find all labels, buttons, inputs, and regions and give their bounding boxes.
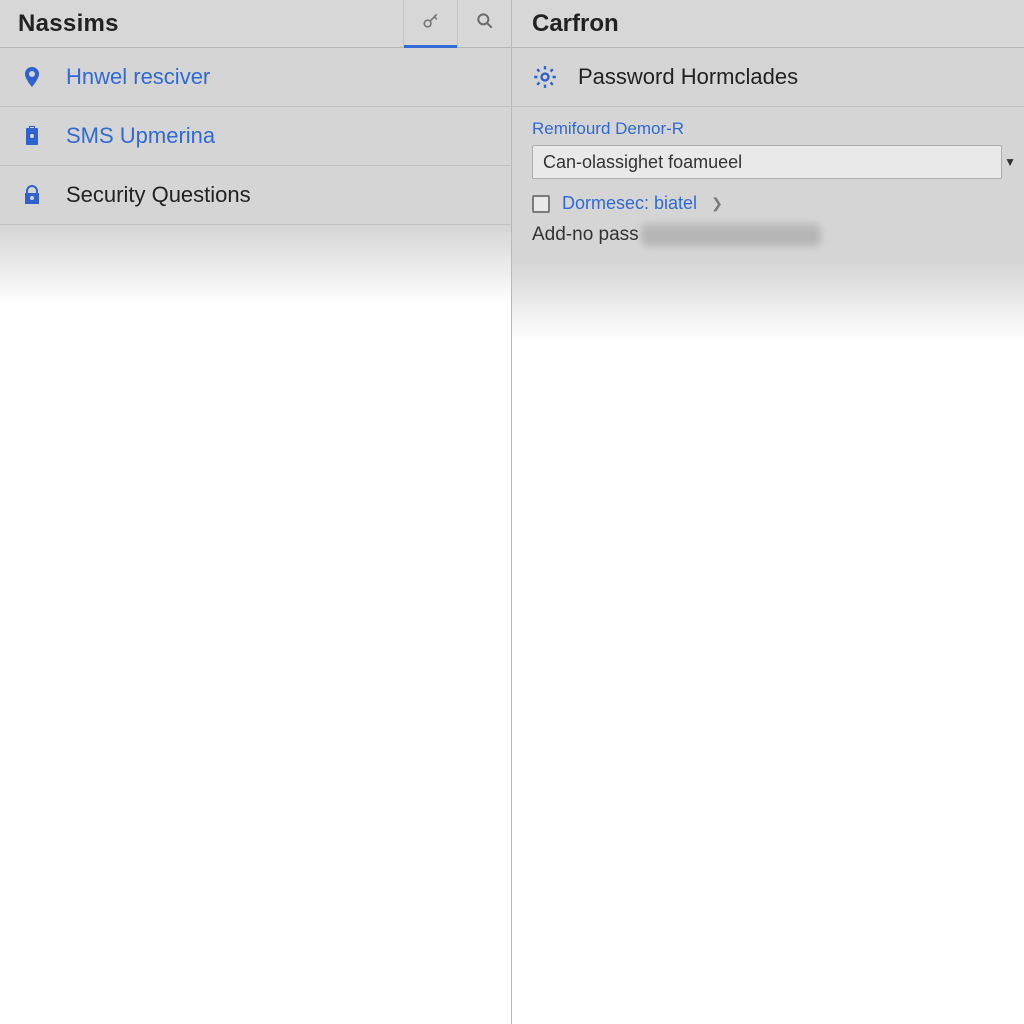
lock-icon: [20, 183, 44, 207]
gear-icon: [532, 64, 558, 90]
left-fade: [0, 225, 511, 305]
section-header: Password Hormclades: [512, 48, 1024, 107]
search-tab-button[interactable]: [457, 0, 511, 47]
key-tab-button[interactable]: [403, 0, 457, 47]
clipboard-icon: [20, 124, 44, 148]
chevron-down-icon: ▼: [1004, 155, 1016, 169]
list-item-label: Hnwel resciver: [66, 64, 210, 90]
left-pane-title: Nassims: [0, 10, 403, 38]
pin-icon: [20, 65, 44, 89]
search-icon: [475, 11, 495, 36]
add-no-pass-label: Add-no pass: [532, 224, 639, 246]
select-wrap[interactable]: Can-olassighet foamueel ▼: [532, 145, 1002, 179]
list-item[interactable]: SMS Upmerina: [0, 107, 511, 166]
list-item-label: SMS Upmerina: [66, 123, 215, 149]
checkbox-label: Dormesec: biatel: [562, 193, 697, 214]
select-value[interactable]: Can-olassighet foamueel: [532, 145, 1002, 179]
chevron-right-icon: ❯: [711, 195, 723, 212]
left-header: Nassims: [0, 0, 511, 48]
redacted-text: [641, 224, 821, 246]
list-item[interactable]: Hnwel resciver: [0, 48, 511, 107]
section-title: Password Hormclades: [578, 64, 798, 90]
form-area: Remifourd Demor-R Can-olassighet foamuee…: [512, 107, 1024, 262]
list-item[interactable]: Security Questions: [0, 166, 511, 225]
checkbox-row[interactable]: Dormesec: biatel ❯: [532, 193, 1004, 214]
key-icon: [421, 11, 441, 36]
list-item-label: Security Questions: [66, 182, 251, 208]
checkbox[interactable]: [532, 195, 550, 213]
right-pane-title: Carfron: [532, 10, 619, 38]
field-label: Remifourd Demor-R: [532, 119, 1004, 139]
right-fade: [512, 262, 1024, 342]
add-no-pass-row: Add-no pass: [532, 224, 1004, 246]
right-header: Carfron: [512, 0, 1024, 48]
